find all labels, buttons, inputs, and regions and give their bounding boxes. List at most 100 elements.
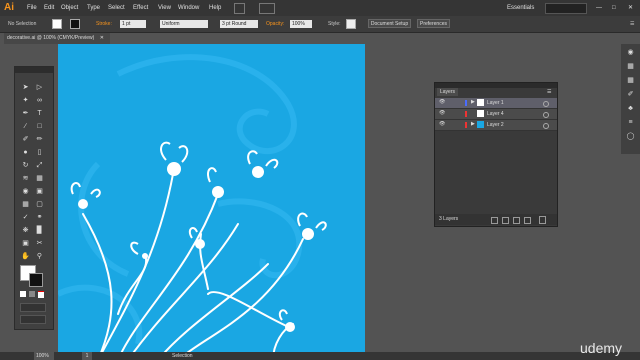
line-tool-icon[interactable]: ∕ bbox=[21, 122, 30, 131]
locate-object-icon[interactable] bbox=[491, 217, 498, 224]
target-icon[interactable] bbox=[543, 123, 549, 129]
screen-mode-icon[interactable] bbox=[20, 315, 46, 324]
arrange-documents-icon[interactable] bbox=[259, 3, 275, 14]
menu-object[interactable]: Object bbox=[61, 0, 78, 16]
tools-panel-header[interactable] bbox=[15, 67, 53, 73]
visibility-eye-icon[interactable]: 👁 bbox=[439, 121, 445, 127]
slice-tool-icon[interactable]: ✂ bbox=[35, 239, 44, 248]
target-icon[interactable] bbox=[543, 112, 549, 118]
blend-tool-icon[interactable]: ⚭ bbox=[35, 213, 44, 222]
drawing-modes-icon[interactable] bbox=[20, 303, 46, 312]
gradient-tool-icon[interactable]: ▢ bbox=[35, 200, 44, 209]
search-help-field[interactable] bbox=[545, 3, 587, 14]
expand-arrow-icon[interactable]: ▶ bbox=[471, 121, 475, 127]
scale-tool-icon[interactable]: ⤢ bbox=[35, 161, 44, 170]
target-icon[interactable] bbox=[543, 101, 549, 107]
gradient-mode-icon[interactable] bbox=[29, 291, 35, 297]
document-tab[interactable]: decorative.ai @ 100% (CMYK/Preview) ✕ bbox=[4, 33, 110, 44]
selection-tool-icon[interactable]: ➤ bbox=[21, 83, 30, 92]
preferences-button[interactable]: Preferences bbox=[417, 19, 450, 28]
visibility-eye-icon[interactable]: 👁 bbox=[439, 99, 445, 105]
opacity-field[interactable]: 100% bbox=[290, 20, 312, 28]
layers-panel-footer: 3 Layers bbox=[435, 214, 557, 225]
fill-swatch[interactable] bbox=[52, 19, 62, 29]
bridge-icon[interactable] bbox=[234, 3, 245, 14]
make-clipping-mask-icon[interactable] bbox=[502, 217, 509, 224]
close-button[interactable]: ✕ bbox=[628, 0, 633, 16]
maximize-button[interactable]: □ bbox=[612, 0, 616, 16]
color-guide-icon[interactable]: ▦ bbox=[626, 62, 635, 71]
zoom-level-field[interactable]: 100% bbox=[34, 352, 54, 360]
shape-builder-tool-icon[interactable]: ◉ bbox=[21, 187, 30, 196]
lasso-tool-icon[interactable]: ∞ bbox=[35, 96, 44, 105]
rectangle-tool-icon[interactable]: □ bbox=[35, 122, 44, 131]
visibility-eye-icon[interactable]: 👁 bbox=[439, 110, 445, 116]
color-mode-icon[interactable] bbox=[20, 291, 26, 297]
layer-row[interactable]: 👁 Layer 4 bbox=[435, 109, 557, 120]
style-label: Style: bbox=[328, 21, 341, 27]
close-document-icon[interactable]: ✕ bbox=[100, 35, 104, 41]
type-tool-icon[interactable]: T bbox=[35, 109, 44, 118]
stroke-color-box[interactable] bbox=[29, 273, 43, 287]
direct-selection-tool-icon[interactable]: ▷ bbox=[35, 83, 44, 92]
layers-tab[interactable]: Layers bbox=[437, 88, 459, 96]
color-panel-icon[interactable]: ◉ bbox=[626, 48, 635, 57]
menu-help[interactable]: Help bbox=[209, 0, 221, 16]
magic-wand-tool-icon[interactable]: ✦ bbox=[21, 96, 30, 105]
mesh-tool-icon[interactable]: ▦ bbox=[21, 200, 30, 209]
current-tool-status: Selection bbox=[172, 353, 193, 359]
width-tool-icon[interactable]: ≋ bbox=[21, 174, 30, 183]
column-graph-tool-icon[interactable]: ▉ bbox=[35, 226, 44, 235]
brushes-panel-icon[interactable]: ✐ bbox=[626, 90, 635, 99]
artboard-number-field[interactable]: 1 bbox=[82, 352, 92, 360]
stroke-label[interactable]: Stroke: bbox=[96, 17, 112, 31]
layer-row[interactable]: 👁 ▶ Layer 1 bbox=[435, 98, 557, 109]
perspective-grid-tool-icon[interactable]: ▣ bbox=[35, 187, 44, 196]
paintbrush-tool-icon[interactable]: ✐ bbox=[21, 135, 30, 144]
new-layer-icon[interactable] bbox=[524, 217, 531, 224]
style-swatch[interactable] bbox=[346, 19, 356, 29]
layer-name[interactable]: Layer 4 bbox=[487, 109, 504, 119]
layer-name[interactable]: Layer 1 bbox=[487, 98, 504, 108]
minimize-button[interactable]: — bbox=[596, 0, 602, 16]
expand-arrow-icon[interactable]: ▶ bbox=[471, 99, 475, 105]
eyedropper-tool-icon[interactable]: ✓ bbox=[21, 213, 30, 222]
menu-view[interactable]: View bbox=[158, 0, 171, 16]
workspace-switcher[interactable]: Essentials bbox=[507, 0, 534, 16]
new-sublayer-icon[interactable] bbox=[513, 217, 520, 224]
pencil-tool-icon[interactable]: ✏ bbox=[35, 135, 44, 144]
none-mode-icon[interactable] bbox=[38, 291, 44, 298]
stroke-weight-field[interactable]: 1 pt bbox=[120, 20, 146, 28]
layer-color-indicator bbox=[465, 100, 467, 106]
artboard[interactable] bbox=[58, 44, 365, 360]
menu-window[interactable]: Window bbox=[178, 0, 199, 16]
blob-brush-tool-icon[interactable]: ● bbox=[21, 148, 30, 157]
swatches-panel-icon[interactable]: ▦ bbox=[626, 76, 635, 85]
menu-select[interactable]: Select bbox=[108, 0, 125, 16]
symbol-sprayer-tool-icon[interactable]: ❋ bbox=[21, 226, 30, 235]
menu-file[interactable]: File bbox=[27, 0, 37, 16]
eraser-tool-icon[interactable]: ▯ bbox=[35, 148, 44, 157]
panel-menu-icon[interactable]: ☰ bbox=[630, 17, 634, 31]
opacity-label[interactable]: Opacity: bbox=[266, 17, 284, 31]
free-transform-tool-icon[interactable]: ▦ bbox=[35, 174, 44, 183]
hand-tool-icon[interactable]: ✋ bbox=[21, 252, 30, 261]
document-setup-button[interactable]: Document Setup bbox=[368, 19, 411, 28]
symbols-panel-icon[interactable]: ♣ bbox=[626, 104, 635, 113]
menu-effect[interactable]: Effect bbox=[133, 0, 148, 16]
menu-type[interactable]: Type bbox=[87, 0, 100, 16]
panel-menu-icon[interactable]: ☰ bbox=[547, 88, 551, 96]
rotate-tool-icon[interactable]: ↻ bbox=[21, 161, 30, 170]
zoom-tool-icon[interactable]: ⚲ bbox=[35, 252, 44, 261]
menu-edit[interactable]: Edit bbox=[44, 0, 54, 16]
stroke-swatch[interactable] bbox=[70, 19, 80, 29]
pen-tool-icon[interactable]: ✒ bbox=[21, 109, 30, 118]
artboard-tool-icon[interactable]: ▣ bbox=[21, 239, 30, 248]
brush-definition[interactable]: 3 pt Round bbox=[220, 20, 258, 28]
stroke-panel-icon[interactable]: ≡ bbox=[626, 118, 635, 127]
variable-width-profile[interactable]: Uniform bbox=[160, 20, 208, 28]
delete-layer-icon[interactable] bbox=[539, 216, 546, 224]
layer-name[interactable]: Layer 2 bbox=[487, 120, 504, 130]
appearance-panel-icon[interactable]: ◯ bbox=[626, 132, 635, 141]
layer-row[interactable]: 👁 ▶ Layer 2 bbox=[435, 120, 557, 131]
